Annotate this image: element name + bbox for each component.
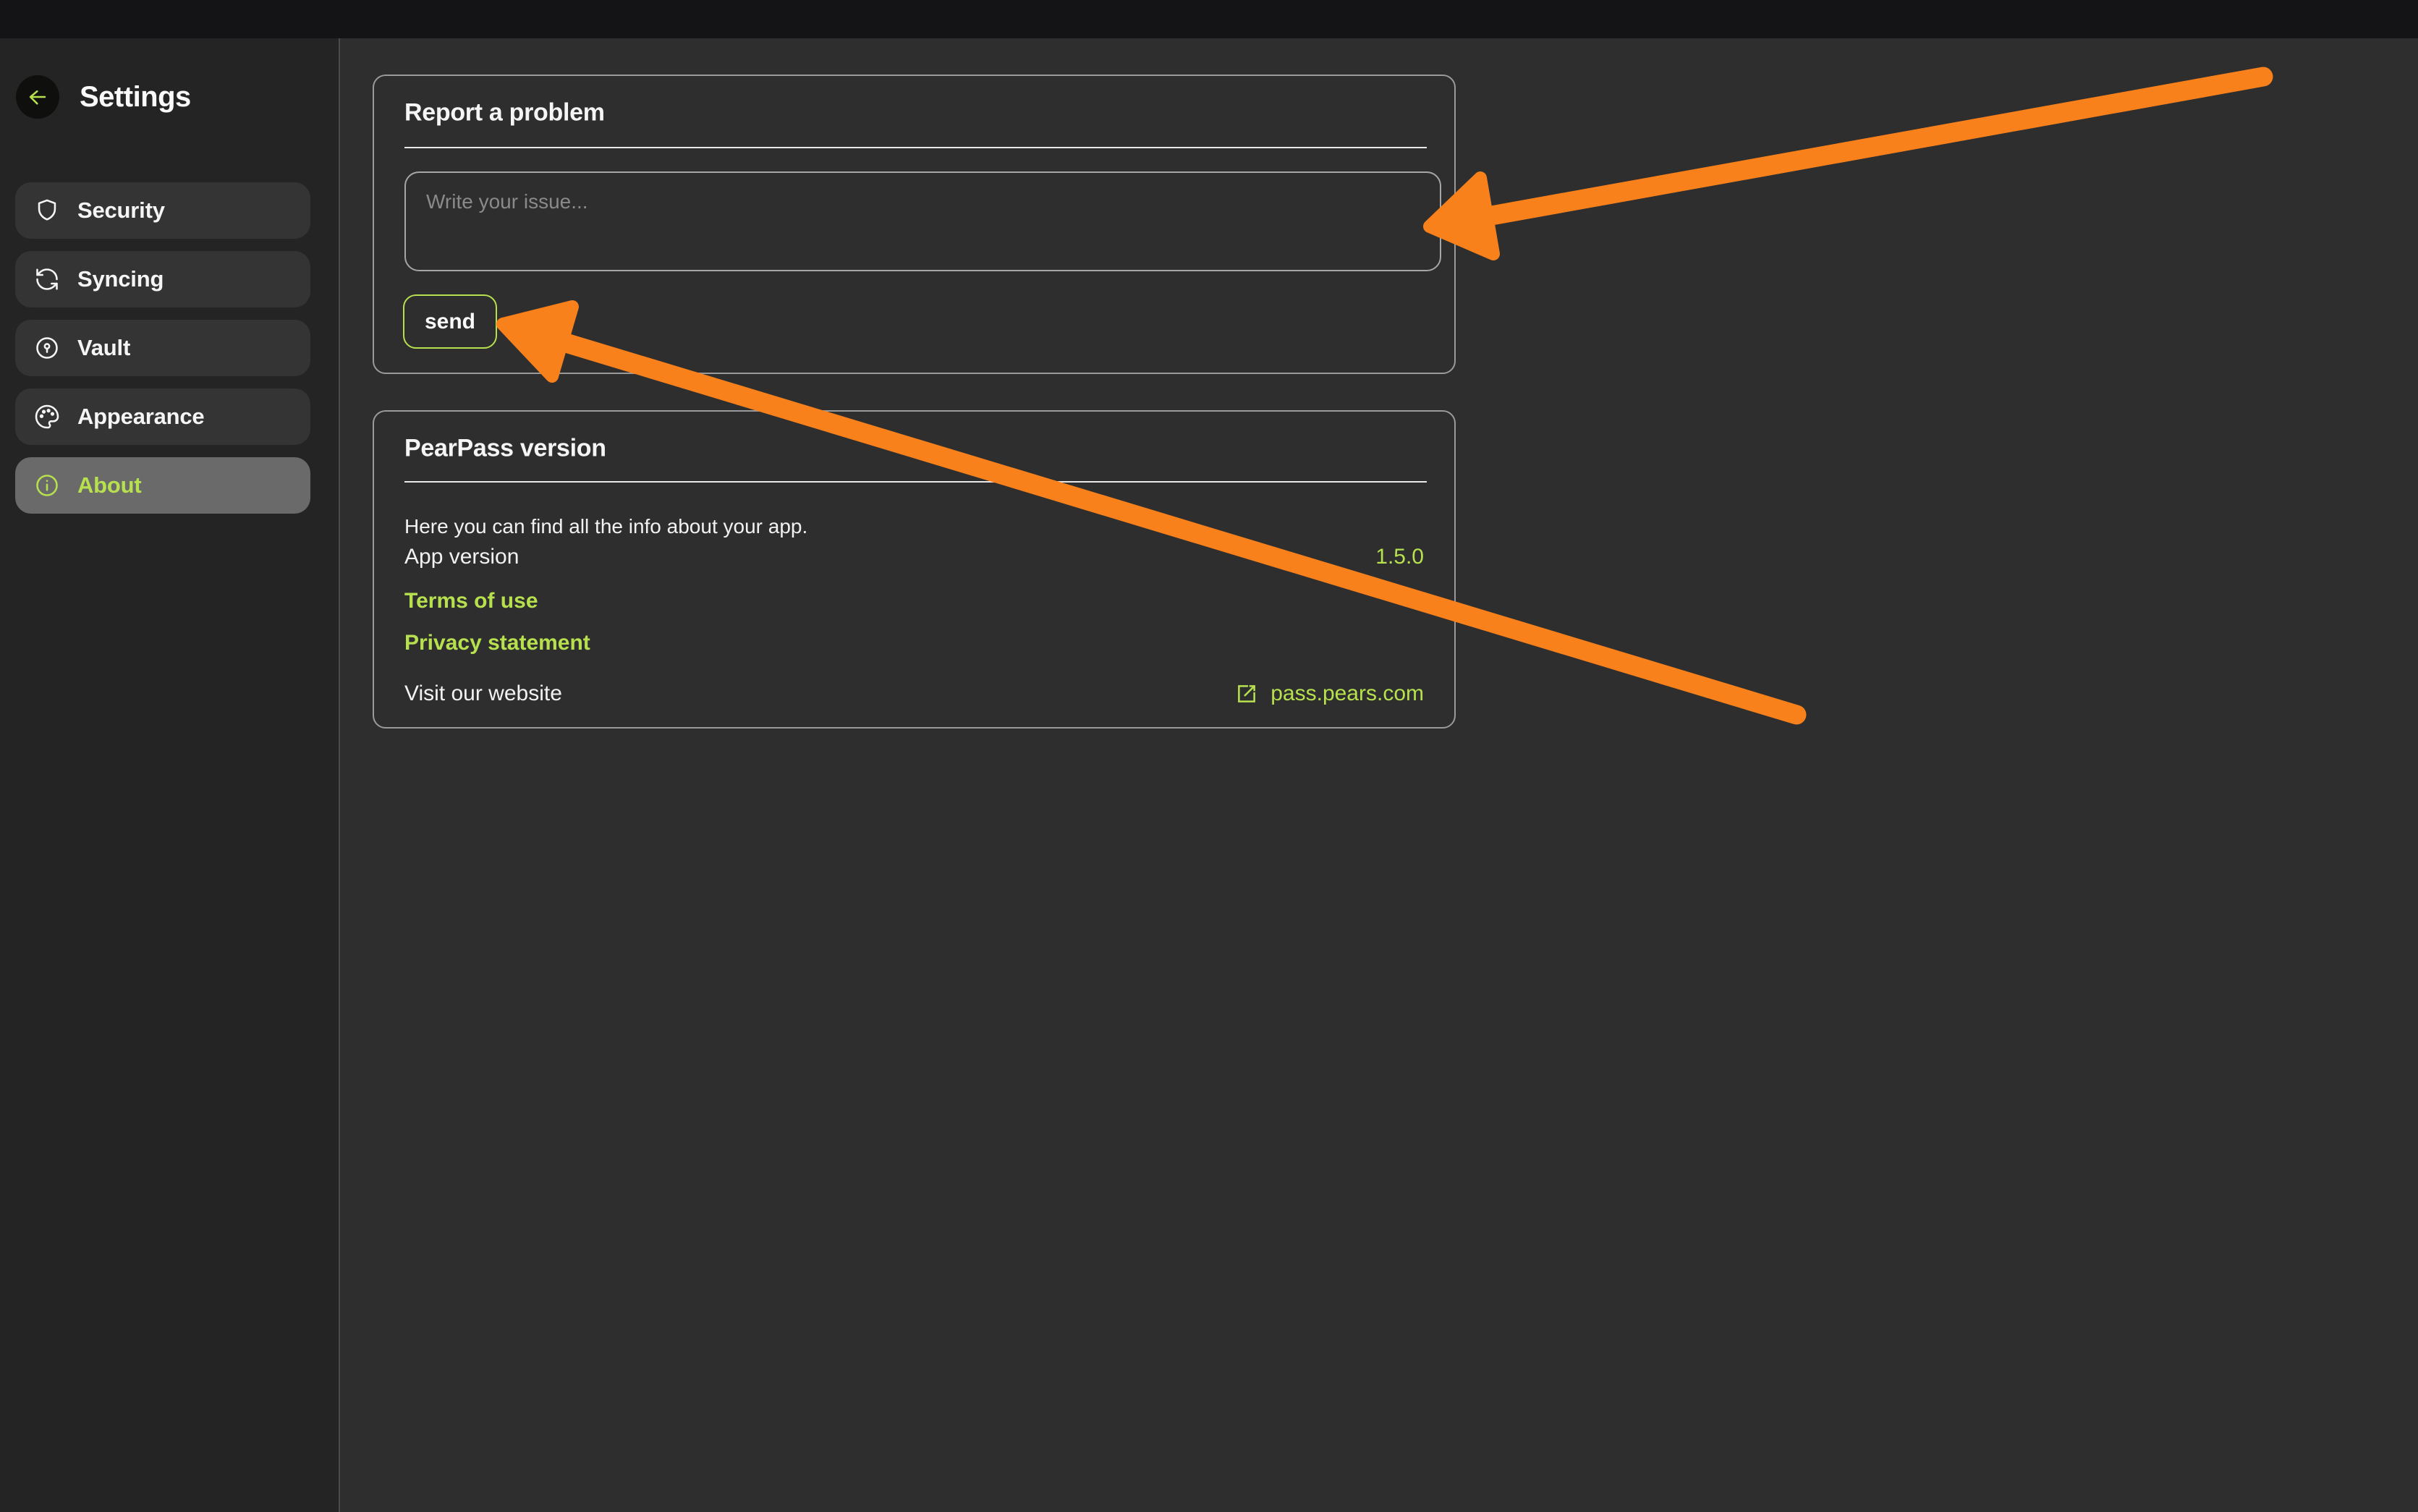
report-problem-title: Report a problem — [404, 99, 605, 127]
sidebar-item-label: Security — [77, 198, 165, 224]
arrow-left-icon — [25, 85, 50, 109]
app-version-value: 1.5.0 — [1375, 545, 1424, 569]
sidebar-item-label: About — [77, 472, 142, 498]
app-version-row: App version 1.5.0 — [404, 543, 1424, 571]
privacy-statement-link[interactable]: Privacy statement — [404, 631, 590, 655]
website-label: Visit our website — [404, 681, 562, 706]
settings-page: Settings Security — [0, 0, 2418, 1512]
back-button[interactable] — [16, 75, 59, 119]
website-row: Visit our website pass.pears.com — [404, 678, 1424, 710]
sidebar-item-vault[interactable]: Vault — [15, 320, 310, 376]
sidebar-item-label: Vault — [77, 335, 130, 361]
info-icon — [34, 472, 60, 498]
version-card-title: PearPass version — [404, 435, 606, 463]
divider — [404, 147, 1427, 148]
app-version-label: App version — [404, 545, 519, 569]
version-card: PearPass version Here you can find all t… — [373, 410, 1456, 729]
palette-icon — [34, 404, 60, 430]
shield-icon — [34, 198, 60, 224]
sidebar-item-syncing[interactable]: Syncing — [15, 251, 310, 307]
sidebar-header: Settings — [16, 75, 320, 119]
sidebar-item-label: Syncing — [77, 266, 164, 292]
sidebar-item-appearance[interactable]: Appearance — [15, 388, 310, 445]
website-url: pass.pears.com — [1270, 681, 1424, 706]
keyhole-icon — [34, 335, 60, 361]
sidebar-item-about[interactable]: About — [15, 457, 310, 514]
website-link[interactable]: pass.pears.com — [1234, 681, 1424, 706]
sidebar-item-security[interactable]: Security — [15, 182, 310, 239]
divider — [404, 481, 1427, 483]
sidebar-item-label: Appearance — [77, 404, 204, 430]
sync-icon — [34, 266, 60, 292]
settings-sidebar: Settings Security — [0, 38, 340, 1512]
send-button[interactable]: send — [403, 294, 497, 349]
report-problem-card: Report a problem send — [373, 75, 1456, 374]
issue-textarea[interactable] — [404, 171, 1441, 271]
version-card-description: Here you can find all the info about you… — [404, 515, 807, 538]
sidebar-nav: Security Syncing — [15, 182, 310, 526]
page-title: Settings — [80, 81, 191, 114]
annotation-arrow-textarea — [1430, 77, 2263, 254]
window-titlebar — [0, 0, 2418, 38]
terms-of-use-link[interactable]: Terms of use — [404, 589, 538, 613]
external-link-icon — [1234, 681, 1259, 706]
